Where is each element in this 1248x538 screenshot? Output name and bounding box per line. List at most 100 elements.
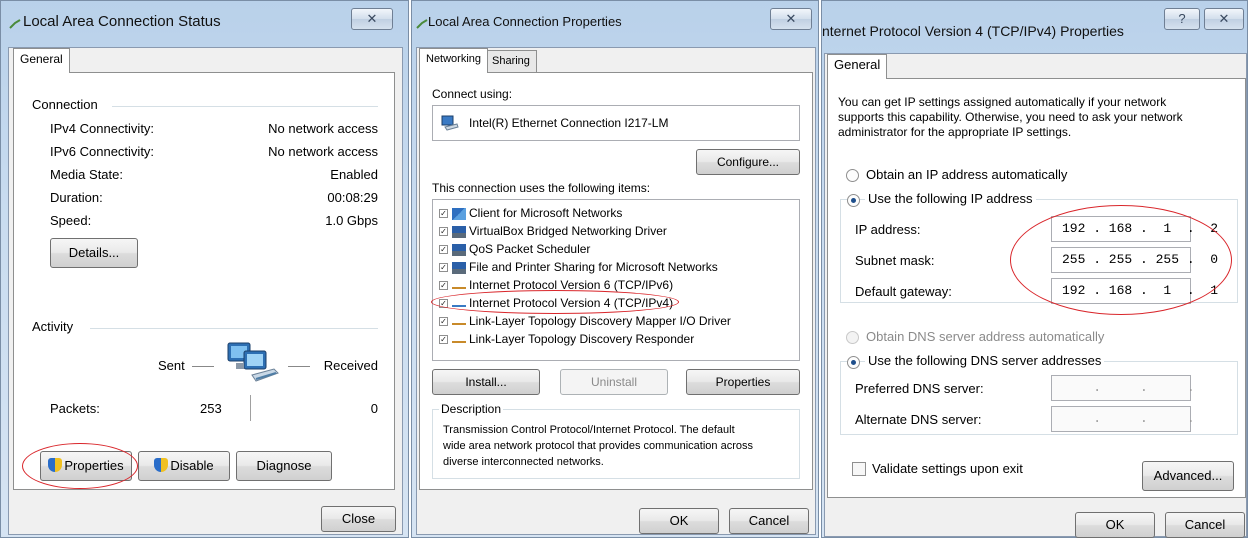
media-state-value: Enabled bbox=[330, 167, 378, 182]
component-checkbox[interactable]: ✓ bbox=[439, 281, 448, 291]
tab-general[interactable]: General bbox=[13, 48, 70, 73]
component-label: VirtualBox Bridged Networking Driver bbox=[469, 224, 667, 238]
tab-general[interactable]: General bbox=[827, 54, 888, 79]
use-following-ip-radio[interactable] bbox=[847, 194, 860, 207]
packets-label: Packets: bbox=[50, 401, 100, 416]
obtain-ip-auto-radio[interactable] bbox=[846, 169, 859, 182]
properties-close-button[interactable]: ✕ bbox=[770, 8, 812, 30]
obtain-ip-auto-label: Obtain an IP address automatically bbox=[866, 167, 1068, 182]
status-close-button-bottom[interactable]: Close bbox=[321, 506, 396, 532]
component-label: Internet Protocol Version 4 (TCP/IPv4) bbox=[469, 296, 674, 310]
list-item-lltd-responder[interactable]: ✓ Link-Layer Topology Discovery Responder bbox=[439, 330, 694, 348]
received-label: Received bbox=[323, 358, 378, 373]
ipv4-dialog: nternet Protocol Version 4 (TCP/IPv4) Pr… bbox=[821, 0, 1248, 538]
adapter-box: Intel(R) Ethernet Connection I217-LM bbox=[432, 105, 800, 141]
install-button[interactable]: Install... bbox=[432, 369, 540, 395]
alternate-dns-field[interactable]: . . . bbox=[1051, 406, 1195, 432]
subnet-mask-label: Subnet mask: bbox=[855, 253, 935, 268]
component-checkbox[interactable]: ✓ bbox=[439, 335, 448, 345]
status-dialog: Local Area Connection Status ✕ General C… bbox=[0, 0, 409, 538]
alternate-dns-label: Alternate DNS server: bbox=[855, 412, 982, 427]
network-service-icon bbox=[452, 225, 466, 238]
packets-received-value: 0 bbox=[370, 401, 378, 416]
preferred-dns-field[interactable]: . . . bbox=[1051, 375, 1195, 401]
ipv4-ok-button[interactable]: OK bbox=[1075, 512, 1155, 538]
network-computers-icon bbox=[227, 342, 279, 382]
list-item-lltd-mapper[interactable]: ✓ Link-Layer Topology Discovery Mapper I/… bbox=[439, 312, 731, 330]
components-list[interactable]: ✓ Client for Microsoft Networks ✓ VirtualB… bbox=[431, 199, 800, 361]
ipv4-title-bar[interactable]: nternet Protocol Version 4 (TCP/IPv4) Pr… bbox=[822, 1, 1247, 41]
network-icon bbox=[9, 19, 21, 29]
configure-button[interactable]: Configure... bbox=[696, 149, 800, 175]
status-title-bar[interactable]: Local Area Connection Status ✕ bbox=[1, 1, 408, 41]
ip-address-field[interactable]: 192 . 168 . 1 . 2 bbox=[1051, 216, 1218, 242]
status-properties-button[interactable]: Properties bbox=[40, 451, 132, 481]
sent-connector bbox=[192, 366, 214, 367]
component-checkbox[interactable]: ✓ bbox=[439, 245, 448, 255]
uac-shield-icon bbox=[48, 458, 63, 472]
network-service-icon bbox=[452, 243, 466, 256]
uninstall-button[interactable]: Uninstall bbox=[560, 369, 668, 395]
default-gateway-field[interactable]: 192 . 168 . 1 . 1 bbox=[1051, 278, 1218, 304]
list-item-ipv4[interactable]: ✓ Internet Protocol Version 4 (TCP/IPv4) bbox=[439, 294, 673, 312]
protocol-icon bbox=[452, 287, 466, 290]
ipv4-cancel-button[interactable]: Cancel bbox=[1165, 512, 1245, 538]
description-line-2: wide area network protocol that provides… bbox=[443, 440, 753, 452]
properties-cancel-button[interactable]: Cancel bbox=[729, 508, 809, 534]
status-properties-label: Properties bbox=[64, 458, 124, 473]
connection-divider bbox=[112, 106, 378, 107]
use-following-ip-label: Use the following IP address bbox=[865, 191, 1036, 206]
status-title: Local Area Connection Status bbox=[23, 13, 221, 30]
ipv4-close-button[interactable]: ✕ bbox=[1204, 8, 1244, 30]
status-close-button[interactable]: ✕ bbox=[351, 8, 393, 30]
advanced-button[interactable]: Advanced... bbox=[1142, 461, 1234, 491]
component-checkbox[interactable]: ✓ bbox=[439, 263, 448, 273]
component-checkbox[interactable]: ✓ bbox=[439, 299, 448, 309]
packets-sent-value: 253 bbox=[200, 401, 222, 416]
component-label: Client for Microsoft Networks bbox=[469, 206, 623, 220]
properties-title-bar[interactable]: Local Area Connection Properties ✕ bbox=[412, 1, 818, 41]
list-item-virtualbox-driver[interactable]: ✓ VirtualBox Bridged Networking Driver bbox=[439, 222, 667, 240]
component-checkbox[interactable]: ✓ bbox=[439, 317, 448, 327]
obtain-dns-auto-radio[interactable] bbox=[846, 331, 859, 344]
properties-ok-button[interactable]: OK bbox=[639, 508, 719, 534]
tab-networking[interactable]: Networking bbox=[419, 48, 489, 73]
use-following-dns-label: Use the following DNS server addresses bbox=[865, 353, 1105, 368]
intro-line-2: supports this capability. Otherwise, you… bbox=[838, 110, 1183, 124]
tab-sharing[interactable]: Sharing bbox=[485, 50, 537, 72]
list-item-ipv6[interactable]: ✓ Internet Protocol Version 6 (TCP/IPv6) bbox=[439, 276, 673, 294]
use-following-dns-radio[interactable] bbox=[847, 356, 860, 369]
properties-dialog: Local Area Connection Properties ✕ Netwo… bbox=[411, 0, 819, 538]
intro-line-1: You can get IP settings assigned automat… bbox=[838, 95, 1167, 109]
obtain-dns-auto-label: Obtain DNS server address automatically bbox=[866, 329, 1105, 344]
subnet-mask-field[interactable]: 255 . 255 . 255 . 0 bbox=[1051, 247, 1218, 273]
list-item-file-printer-sharing[interactable]: ✓ File and Printer Sharing for Microsoft … bbox=[439, 258, 718, 276]
component-label: Internet Protocol Version 6 (TCP/IPv6) bbox=[469, 278, 674, 292]
ipv4-help-button[interactable]: ? bbox=[1164, 8, 1200, 30]
list-item-qos-scheduler[interactable]: ✓ QoS Packet Scheduler bbox=[439, 240, 590, 258]
component-label: Link-Layer Topology Discovery Responder bbox=[469, 332, 695, 346]
help-icon: ? bbox=[1178, 11, 1186, 26]
ipv4-connectivity-value: No network access bbox=[268, 121, 378, 136]
adapter-name: Intel(R) Ethernet Connection I217-LM bbox=[469, 116, 669, 130]
component-label: File and Printer Sharing for Microsoft N… bbox=[469, 260, 718, 274]
protocol-icon bbox=[452, 341, 466, 344]
component-properties-button[interactable]: Properties bbox=[686, 369, 800, 395]
validate-checkbox[interactable] bbox=[852, 462, 866, 476]
disable-button[interactable]: Disable bbox=[138, 451, 230, 481]
ip-address-label: IP address: bbox=[855, 222, 921, 237]
ipv4-connectivity-label: IPv4 Connectivity: bbox=[50, 121, 155, 136]
ipv4-client-area: General You can get IP settings assigned… bbox=[824, 53, 1247, 538]
list-item-client-networks[interactable]: ✓ Client for Microsoft Networks bbox=[439, 204, 622, 222]
component-checkbox[interactable]: ✓ bbox=[439, 227, 448, 237]
static-dns-group: Use the following DNS server addresses P… bbox=[840, 353, 1238, 435]
duration-value: 00:08:29 bbox=[327, 190, 378, 205]
diagnose-button[interactable]: Diagnose bbox=[236, 451, 332, 481]
properties-networking-panel: Connect using: Intel(R) Ethernet Connect… bbox=[419, 72, 813, 490]
items-label: This connection uses the following items… bbox=[432, 181, 651, 195]
received-connector bbox=[288, 366, 310, 367]
component-checkbox[interactable]: ✓ bbox=[439, 209, 448, 219]
description-label: Description bbox=[439, 402, 504, 416]
details-button[interactable]: Details... bbox=[50, 238, 138, 268]
properties-client-area: Networking Sharing Connect using: Intel(… bbox=[416, 47, 816, 535]
